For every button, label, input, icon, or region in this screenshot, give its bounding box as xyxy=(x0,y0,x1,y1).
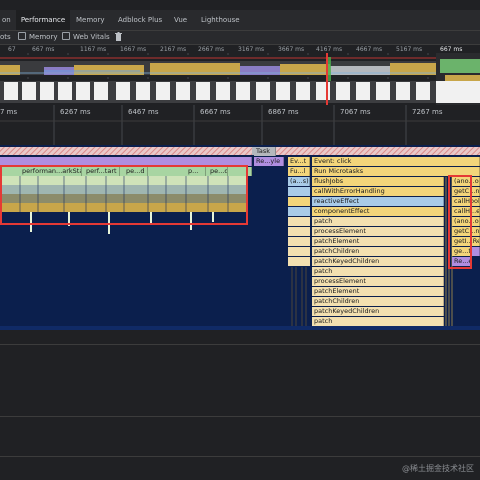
watermark: @稀土掘金技术社区 xyxy=(402,464,474,473)
task-hatch xyxy=(0,147,480,155)
tab-memory[interactable]: Memory xyxy=(76,10,104,30)
stack-frame[interactable]: patchElement xyxy=(312,237,444,246)
overview-tick: 4667 ms xyxy=(356,46,383,53)
stack-frame[interactable]: patch xyxy=(312,267,444,276)
anonymous-block[interactable]: (a...s) xyxy=(288,177,310,186)
event-click-block[interactable]: Event: click xyxy=(312,157,480,166)
event-block[interactable]: Ev...t xyxy=(288,157,310,166)
flame-chart[interactable]: Task Re...yle performan...arkStart perf.… xyxy=(0,145,480,330)
tab-performance[interactable]: Performance xyxy=(16,10,70,30)
overview-tick: 2167 ms xyxy=(160,46,187,53)
web-vitals-label: Web Vitals xyxy=(73,33,110,41)
overview-tick: 3167 ms xyxy=(238,46,265,53)
overview-tick: 3667 ms xyxy=(278,46,305,53)
overview-tick: 2667 ms xyxy=(198,46,225,53)
tab-vue[interactable]: Vue xyxy=(174,10,187,30)
stack-frame[interactable]: patch xyxy=(312,317,444,326)
stack-frame[interactable]: patchKeyedChildren xyxy=(312,307,444,316)
overview-tick: 5167 ms xyxy=(396,46,423,53)
performance-options-bar: ots Memory Web Vitals xyxy=(0,31,480,45)
overview-tick: 667 ms xyxy=(32,46,55,53)
stack-frame[interactable]: flushJobs xyxy=(312,177,444,186)
stack-frame[interactable]: componentEffect xyxy=(312,207,444,216)
memory-label: Memory xyxy=(29,33,58,41)
stack-frame[interactable]: patchKeyedChildren xyxy=(312,257,444,266)
devtools-tabbar: on Performance Memory Adblock Plus Vue L… xyxy=(0,10,480,31)
timeline-overview[interactable]: 67 667 ms 1167 ms 1667 ms 2167 ms 2667 m… xyxy=(0,45,480,105)
overview-tick: 1667 ms xyxy=(120,46,147,53)
tab-lighthouse[interactable]: Lighthouse xyxy=(201,10,240,30)
left-narrow-stack xyxy=(288,187,310,327)
checkbox-icon xyxy=(18,32,26,40)
stack-frame[interactable]: patchChildren xyxy=(312,297,444,306)
stack-frame[interactable]: processElement xyxy=(312,277,444,286)
overview-tick: 4167 ms xyxy=(316,46,343,53)
screenshots-checkbox-label[interactable]: ots xyxy=(0,32,11,43)
checkbox-icon xyxy=(62,32,70,40)
function-call-block[interactable]: Fu...l xyxy=(288,167,310,176)
stack-frame[interactable]: patchChildren xyxy=(312,247,444,256)
bottom-panel xyxy=(0,330,480,480)
overview-tick: 667 ms xyxy=(440,46,463,53)
stack-frame[interactable]: patchElement xyxy=(312,287,444,296)
ruler-gridlines xyxy=(0,105,480,145)
overview-tick: 67 xyxy=(8,46,16,53)
tab-adblock-plus[interactable]: Adblock Plus xyxy=(118,10,162,30)
main-timeline-ruler[interactable]: 7 ms 6267 ms 6467 ms 6667 ms 6867 ms 706… xyxy=(0,105,480,145)
overview-chart xyxy=(0,53,480,105)
memory-checkbox[interactable]: Memory xyxy=(18,32,57,43)
stack-frame[interactable]: reactiveEffect xyxy=(312,197,444,206)
divider xyxy=(0,344,480,345)
task-block[interactable]: Task xyxy=(254,147,276,156)
trash-icon[interactable] xyxy=(115,32,123,43)
stack-frame[interactable]: callWithErrorHandling xyxy=(312,187,444,196)
stack-frame[interactable]: processElement xyxy=(312,227,444,236)
web-vitals-checkbox[interactable]: Web Vitals xyxy=(62,32,110,43)
highlight-box-right xyxy=(448,175,472,269)
highlight-box-left xyxy=(0,165,248,225)
divider xyxy=(0,416,480,417)
recalc-style-block[interactable]: Re...yle xyxy=(254,157,284,166)
right-purple-block[interactable] xyxy=(472,247,480,256)
divider xyxy=(0,456,480,457)
stack-frame[interactable]: patch xyxy=(312,217,444,226)
overview-tick: 1167 ms xyxy=(80,46,107,53)
